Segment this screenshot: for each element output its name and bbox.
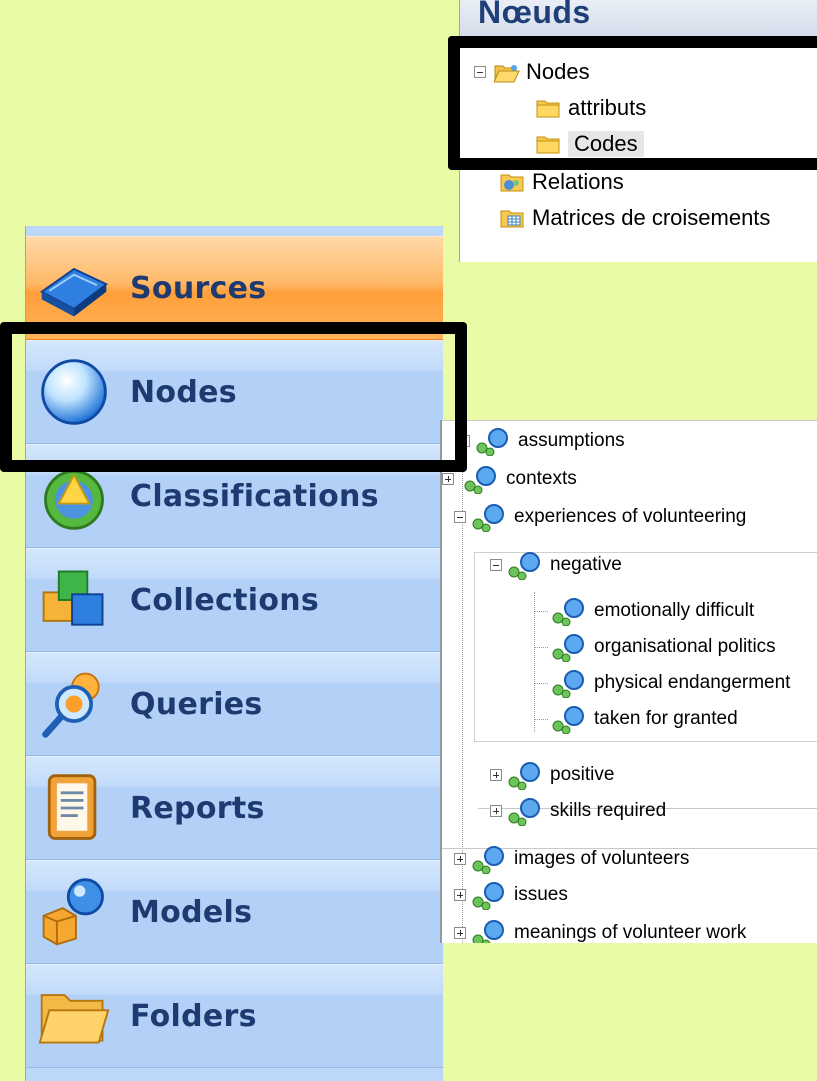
tree-item-matrices[interactable]: Matrices de croisements [500,202,770,234]
tree-node-label: issues [514,884,568,905]
tree-line [534,683,548,684]
noeuds-header: Nœuds [460,0,817,38]
collections-icon [42,570,104,626]
tree-node[interactable]: emotionally difficult [550,592,754,630]
models-icon [42,878,104,946]
tree-item-label: Relations [532,169,624,194]
tree-node-label: physical endangerment [594,672,791,693]
node-icon [464,466,496,494]
tree-line [534,647,548,648]
node-icon [552,634,584,662]
tree-node-label: meanings of volunteer work [514,922,747,943]
tree-node[interactable]: skills required [490,792,666,830]
tree-node[interactable]: negative [490,546,622,584]
nav-label: Models [130,894,253,930]
tree-node[interactable]: assumptions [458,422,625,460]
node-icon [472,504,504,532]
tree-line [534,719,548,720]
collapse-icon[interactable] [454,511,466,523]
node-icon [472,846,504,874]
tree-node[interactable]: images of volunteers [454,840,689,878]
nav-label: Reports [130,790,265,826]
nav-label: Queries [130,686,263,722]
tree-node-label: assumptions [518,430,625,451]
tree-node-label: taken for granted [594,708,738,729]
tree-line [534,611,548,612]
matrix-folder-icon [500,208,524,228]
queries-icon [42,672,100,738]
tree-node-label: emotionally difficult [594,600,755,621]
expand-icon[interactable] [454,927,466,939]
nav-label: Classifications [130,478,379,514]
tree-node-label: images of volunteers [514,848,690,869]
expand-icon[interactable] [490,769,502,781]
tree-node[interactable]: meanings of volunteer work [454,914,746,943]
node-icon [508,798,540,826]
expand-icon[interactable] [454,889,466,901]
node-icon [552,670,584,698]
nav-reports[interactable]: Reports [26,756,443,860]
folders-icon [38,994,110,1044]
relations-folder-icon [500,172,524,192]
highlight-box-nodes-folders [448,36,817,170]
tree-node[interactable]: taken for granted [550,700,738,738]
tree-node-label: positive [550,764,615,785]
nav-label: Folders [130,998,257,1034]
tree-node-label: contexts [506,468,577,489]
tree-node[interactable]: organisational politics [550,628,776,666]
tree-item-label: Matrices de croisements [532,205,771,230]
node-icon [472,920,504,943]
nav-collections[interactable]: Collections [26,548,443,652]
nav-queries[interactable]: Queries [26,652,443,756]
expand-icon[interactable] [442,473,454,485]
reports-icon [47,774,97,840]
tree-node-label: experiences of volunteering [514,506,747,527]
row-divider [442,420,817,421]
tree-node-label: skills required [550,800,667,821]
tree-node[interactable]: positive [490,756,614,794]
collapse-icon[interactable] [490,559,502,571]
tree-item-relations[interactable]: Relations [500,166,624,198]
nav-folders[interactable]: Folders [26,964,443,1068]
node-icon [552,598,584,626]
noeuds-title: Nœuds [478,0,591,30]
tree-node[interactable]: issues [454,876,568,914]
tree-line [534,592,535,732]
node-icon [552,706,584,734]
node-icon [476,428,508,456]
nav-models[interactable]: Models [26,860,443,964]
node-icon [508,762,540,790]
tree-node[interactable]: physical endangerment [550,664,790,702]
tree-node-label: negative [550,554,622,575]
highlight-box-nodes-nav [0,322,467,472]
node-tree: assumptions contexts experiences of volu… [440,420,817,943]
expand-icon[interactable] [454,853,466,865]
nav-label: Collections [130,582,320,618]
tree-node[interactable]: experiences of volunteering [454,498,746,536]
tree-node-label: organisational politics [594,636,776,657]
expand-icon[interactable] [490,805,502,817]
sources-icon [39,267,109,317]
nav-label: Sources [130,270,267,306]
node-icon [472,882,504,910]
node-icon [508,552,540,580]
